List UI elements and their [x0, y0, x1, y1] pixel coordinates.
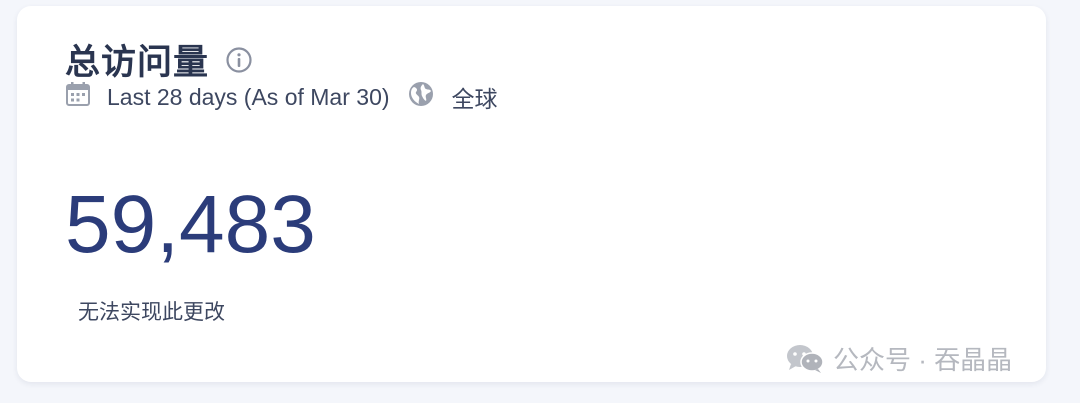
total-visits-value: 59,483: [65, 179, 316, 270]
wechat-icon: [785, 343, 825, 375]
card-meta: Last 28 days (As of Mar 30) 全球: [65, 80, 498, 114]
card-header: 总访问量: [65, 34, 253, 85]
card-title: 总访问量: [65, 43, 210, 82]
watermark: 公众号 · 吞晶晶: [785, 340, 1012, 377]
watermark-text: 公众号 · 吞晶晶: [833, 345, 1013, 375]
calendar-icon: [65, 81, 91, 107]
date-range-label: Last 28 days (As of Mar 30): [107, 83, 390, 110]
globe-icon: [408, 81, 434, 107]
status-note: 无法实现此更改: [78, 301, 225, 324]
region-label: 全球: [451, 86, 498, 112]
info-icon[interactable]: [225, 46, 253, 74]
total-visits-card: 总访问量 Last 28 days (As of Mar 30) 全球 59,4…: [17, 6, 1046, 382]
